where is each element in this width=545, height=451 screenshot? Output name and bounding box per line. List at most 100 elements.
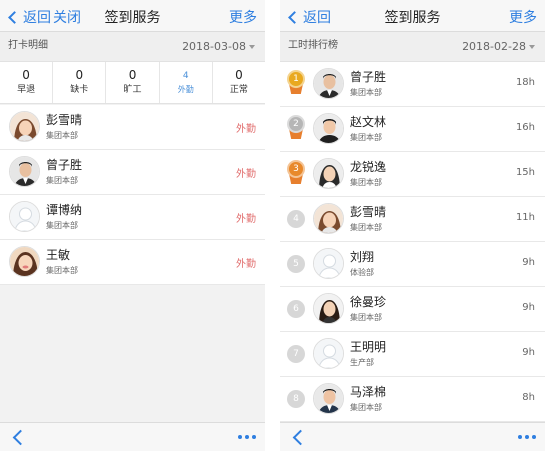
- stat-normal[interactable]: 0 正常: [213, 62, 265, 103]
- ranking-row[interactable]: 6 徐曼珍 集团本部 9h: [280, 287, 545, 332]
- ranking-row[interactable]: 2 赵文林 集团本部 16h: [280, 107, 545, 152]
- rank-number: 7: [287, 345, 305, 363]
- attendance-list: 彭雪晴 集团本部 外勤 曾子胜 集团本部 外勤 谭博纳 集团本部 外勤 王敏 集…: [0, 105, 265, 285]
- ranking-list: 1 曾子胜 集团本部 18h 2 赵文林 集团本部 16h 3 龙锐逸 集团本部…: [280, 62, 545, 422]
- work-hours: 11h: [515, 212, 535, 223]
- date-picker[interactable]: 2018-02-28: [462, 40, 535, 53]
- caret-down-icon: [249, 45, 255, 49]
- status-badge: 外勤: [236, 214, 256, 225]
- employee-name: 彭雪晴: [46, 113, 83, 127]
- section-title: 打卡明细: [8, 40, 48, 51]
- employee-dept: 集团本部: [350, 313, 382, 322]
- employee-dept: 集团本部: [46, 176, 78, 185]
- avatar: [9, 156, 40, 187]
- stat-label: 正常: [229, 85, 248, 95]
- work-hours: 9h: [522, 257, 535, 268]
- section-header: 打卡明细 2018-03-08: [0, 32, 265, 62]
- ranking-row[interactable]: 7 王明明 生产部 9h: [280, 332, 545, 377]
- work-hours: 8h: [522, 392, 535, 403]
- list-item[interactable]: 彭雪晴 集团本部 外勤: [0, 105, 265, 150]
- bronze-medal-icon: 3: [287, 160, 305, 184]
- employee-dept: 集团本部: [46, 221, 78, 230]
- work-hours: 16h: [515, 122, 535, 133]
- more-button[interactable]: 更多: [509, 7, 537, 27]
- rank-number: 4: [287, 210, 305, 228]
- employee-name: 曾子胜: [46, 158, 83, 172]
- chevron-left-icon: [8, 10, 21, 24]
- more-button[interactable]: 更多: [229, 7, 257, 27]
- close-button[interactable]: 关闭: [53, 7, 81, 27]
- ranking-row[interactable]: 5 刘翔 体验部 9h: [280, 242, 545, 287]
- ranking-row[interactable]: 8 马泽棉 集团本部 8h: [280, 377, 545, 422]
- chevron-left-icon: [288, 10, 301, 24]
- rank-number: 5: [287, 255, 305, 273]
- avatar: [9, 246, 40, 277]
- stat-label: 旷工: [123, 85, 142, 95]
- stat-label: 外勤: [177, 85, 194, 94]
- employee-name: 刘翔: [350, 250, 375, 264]
- employee-dept: 集团本部: [46, 266, 78, 275]
- work-hours: 9h: [522, 347, 535, 358]
- employee-name: 赵文林: [350, 115, 387, 129]
- status-badge: 外勤: [236, 169, 256, 180]
- chevron-left-icon[interactable]: [12, 429, 29, 446]
- rank-number: 1: [287, 70, 305, 88]
- work-hours: 9h: [522, 302, 535, 313]
- back-button[interactable]: 返回: [6, 7, 51, 27]
- ranking-row[interactable]: 4 彭雪晴 集团本部 11h: [280, 197, 545, 242]
- employee-dept: 集团本部: [350, 133, 382, 142]
- employee-dept: 集团本部: [350, 223, 382, 232]
- top-nav-bar: 返回 签到服务 更多: [280, 0, 545, 32]
- date-value: 2018-03-08: [182, 40, 246, 53]
- back-button[interactable]: 返回: [286, 7, 331, 27]
- employee-name: 王敏: [46, 248, 71, 262]
- employee-name: 曾子胜: [350, 70, 387, 84]
- stat-missing-card[interactable]: 0 缺卡: [53, 62, 107, 103]
- rank-number: 3: [287, 160, 305, 178]
- stat-value: 0: [75, 68, 84, 82]
- stat-field-work[interactable]: 4 外勤: [160, 62, 213, 103]
- avatar: [9, 111, 40, 142]
- top-nav-bar: 返回 关闭 签到服务 更多: [0, 0, 265, 32]
- bottom-toolbar: [0, 422, 265, 451]
- ranking-row[interactable]: 3 龙锐逸 集团本部 15h: [280, 152, 545, 197]
- avatar: [313, 158, 344, 189]
- stat-value: 0: [235, 68, 243, 82]
- employee-name: 王明明: [350, 340, 387, 354]
- employee-name: 马泽棉: [350, 385, 387, 399]
- more-dots-icon[interactable]: [518, 435, 536, 439]
- stat-absent[interactable]: 0 旷工: [106, 62, 160, 103]
- stat-value: 4: [182, 71, 189, 81]
- section-title: 工时排行榜: [288, 40, 338, 51]
- avatar: [313, 203, 344, 234]
- rank-number: 8: [287, 390, 305, 408]
- avatar: [313, 293, 344, 324]
- bottom-toolbar: [280, 422, 545, 451]
- employee-dept: 集团本部: [350, 178, 382, 187]
- stat-label: 早退: [17, 85, 36, 95]
- silver-medal-icon: 2: [287, 115, 305, 139]
- avatar: [313, 248, 344, 279]
- chevron-left-icon[interactable]: [292, 429, 309, 446]
- ranking-row[interactable]: 1 曾子胜 集团本部 18h: [280, 62, 545, 107]
- attendance-stats: 0 早退 0 缺卡 0 旷工 4 外勤 0 正常: [0, 62, 265, 104]
- employee-name: 龙锐逸: [350, 160, 387, 174]
- employee-name: 徐曼珍: [350, 295, 387, 309]
- status-badge: 外勤: [236, 124, 256, 135]
- list-item[interactable]: 曾子胜 集团本部 外勤: [0, 150, 265, 195]
- employee-name: 谭博纳: [46, 203, 83, 217]
- date-value: 2018-02-28: [462, 40, 526, 53]
- employee-dept: 集团本部: [350, 88, 382, 97]
- employee-dept: 集团本部: [46, 131, 78, 140]
- list-item[interactable]: 谭博纳 集团本部 外勤: [0, 195, 265, 240]
- back-label: 返回: [23, 10, 51, 26]
- date-picker[interactable]: 2018-03-08: [182, 40, 255, 53]
- work-hours: 15h: [515, 167, 535, 178]
- list-item[interactable]: 王敏 集团本部 外勤: [0, 240, 265, 285]
- avatar: [313, 68, 344, 99]
- rank-number: 6: [287, 300, 305, 318]
- stat-leave-early[interactable]: 0 早退: [0, 62, 54, 103]
- avatar: [313, 113, 344, 144]
- more-dots-icon[interactable]: [238, 435, 256, 439]
- gold-medal-icon: 1: [287, 70, 305, 94]
